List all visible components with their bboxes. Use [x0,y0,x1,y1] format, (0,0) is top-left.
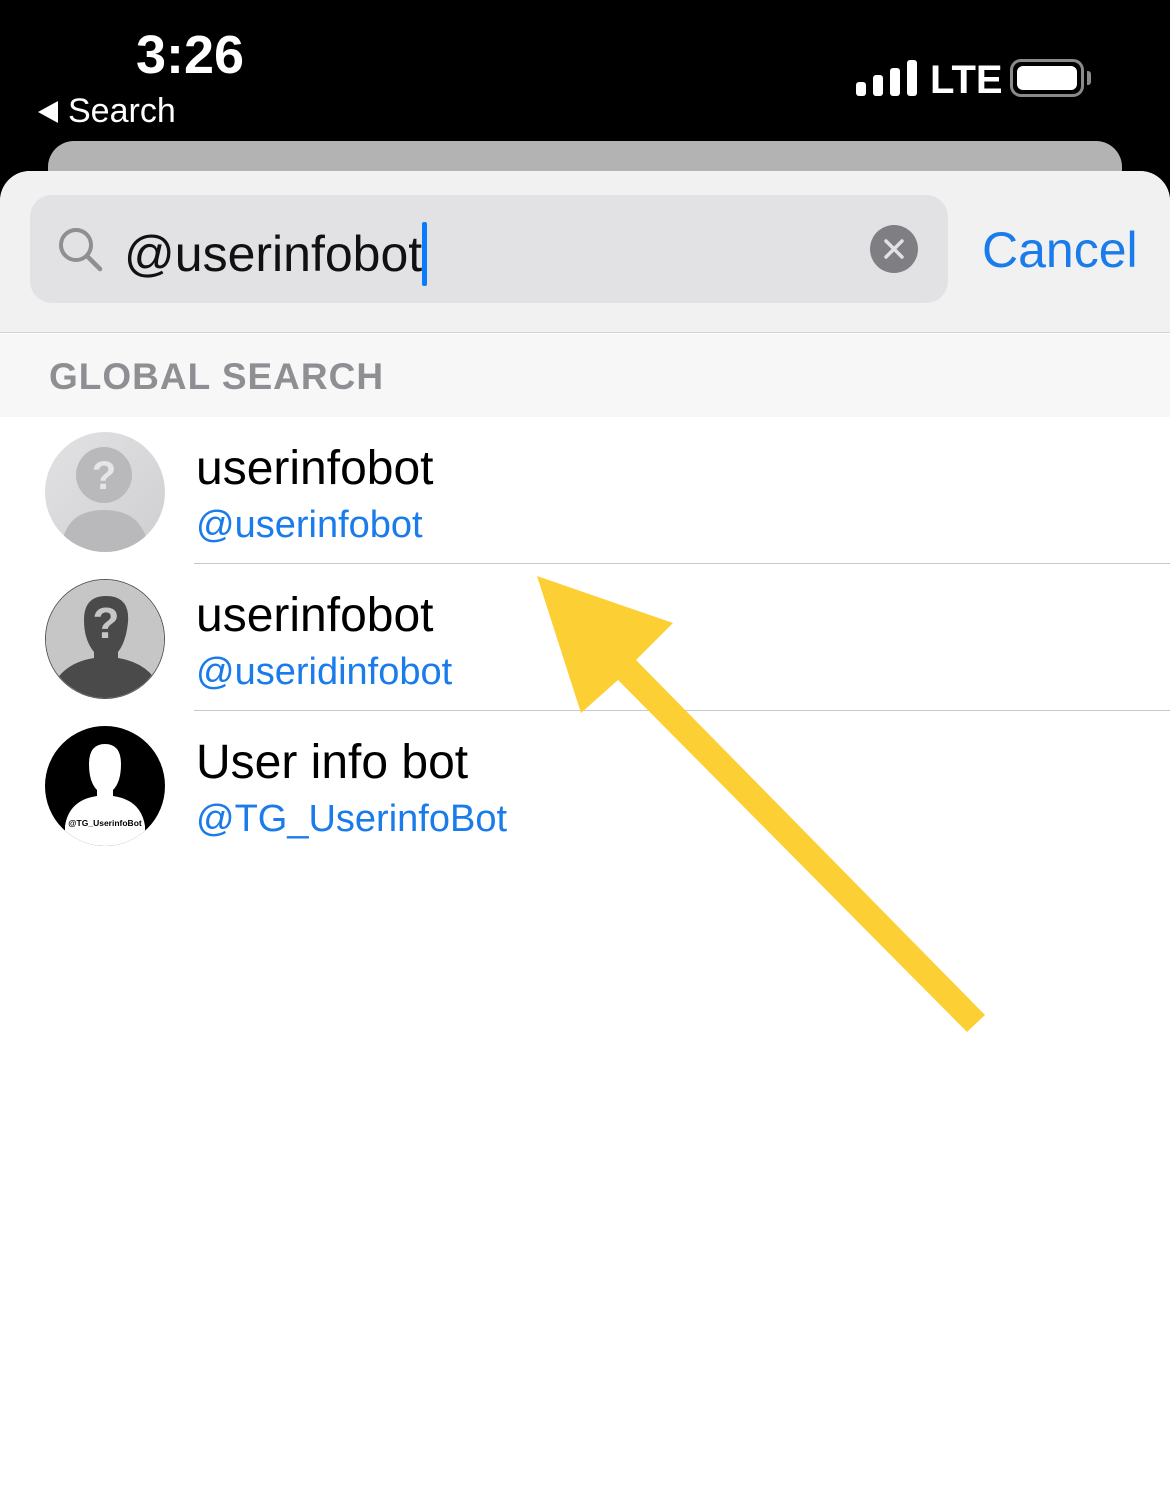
status-time: 3:26 [136,25,245,85]
clear-search-button[interactable] [870,225,918,273]
unknown-user-icon: ? [46,580,164,698]
avatar: ? [45,579,165,699]
avatar-caption: @TG_UserinfoBot [68,818,142,828]
battery-tip [1087,71,1091,85]
result-title: userinfobot [196,589,434,642]
close-icon [884,239,904,259]
result-username: @useridinfobot [196,651,453,693]
unknown-user-icon: ? [45,432,165,552]
search-query: @userinfobot [124,226,423,282]
result-title: User info bot [196,736,469,789]
back-to-search-button[interactable]: Search [38,92,176,131]
text-caret [422,222,428,286]
result-row[interactable]: ? userinfobot @useridinfobot [0,564,1170,711]
result-username: @TG_UserinfoBot [196,798,508,840]
avatar: ? [45,432,165,552]
section-header-label: GLOBAL SEARCH [49,356,385,397]
back-triangle-icon [38,100,58,123]
result-username: @userinfobot [196,504,423,546]
battery-icon [1010,59,1084,97]
search-input[interactable]: @userinfobot [30,195,948,303]
result-title: userinfobot [196,442,434,495]
cellular-signal-icon [856,60,917,96]
search-results-list: ? userinfobot @userinfobot ? userinfobot… [0,417,1170,858]
search-bar: @userinfobot Cancel [0,171,1170,333]
svg-text:?: ? [92,454,116,498]
section-header-global-search: GLOBAL SEARCH [0,334,1170,417]
cancel-button[interactable]: Cancel [982,221,1138,279]
network-type: LTE [930,58,1003,102]
back-label: Search [68,92,176,130]
user-silhouette-icon: @TG_UserinfoBot [45,726,165,846]
svg-text:?: ? [93,599,120,648]
search-icon [59,228,103,272]
avatar: @TG_UserinfoBot [45,726,165,846]
result-row[interactable]: @TG_UserinfoBot User info bot @TG_Userin… [0,711,1170,858]
result-row[interactable]: ? userinfobot @userinfobot [0,417,1170,564]
search-sheet: @userinfobot Cancel GLOBAL SEARCH ? user… [0,171,1170,1507]
